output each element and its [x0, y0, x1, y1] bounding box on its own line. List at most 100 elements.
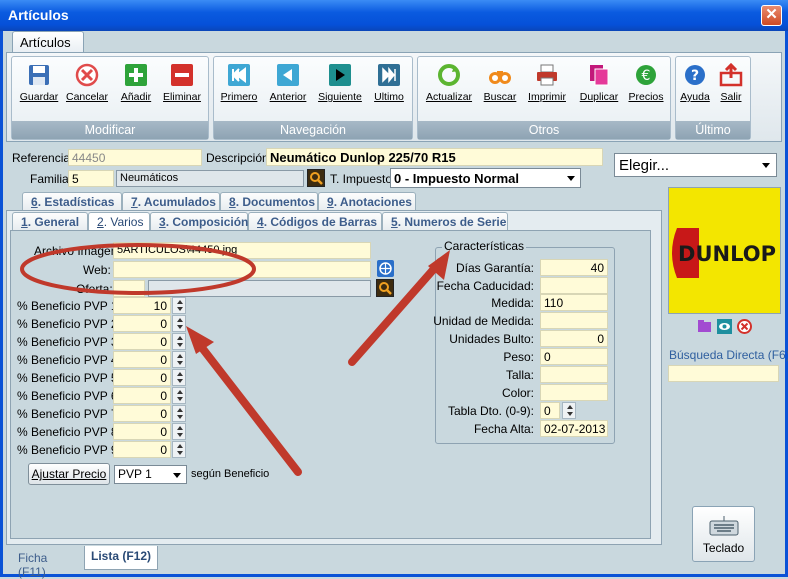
pvp-6-stepper[interactable] — [172, 387, 186, 404]
peso-field[interactable]: 0 — [540, 348, 608, 365]
busqueda-directa-field[interactable] — [668, 365, 779, 382]
eye-icon[interactable] — [717, 319, 732, 334]
close-button[interactable]: ✕ — [761, 5, 782, 26]
unidad-medida-field[interactable] — [540, 312, 608, 329]
anterior-button[interactable]: Anterior — [266, 61, 310, 117]
duplicar-button[interactable]: Duplicar — [576, 61, 622, 117]
group-otros: Actualizar Buscar Imprimir Duplicar € Pr… — [417, 56, 671, 140]
chevron-down-icon — [759, 158, 773, 172]
salir-button[interactable]: Salir — [714, 61, 748, 117]
familia-search-button[interactable] — [307, 169, 325, 187]
oferta-code-field[interactable] — [113, 280, 145, 297]
last-icon — [377, 63, 401, 87]
duplicate-icon — [587, 63, 611, 87]
oferta-search-button[interactable] — [376, 279, 394, 297]
pvp-1-stepper[interactable] — [172, 297, 186, 314]
busqueda-directa-label: Búsqueda Directa (F6) — [669, 348, 788, 362]
medida-field[interactable]: 110 — [540, 294, 608, 311]
primero-button[interactable]: Primero — [218, 61, 260, 117]
tabla-dto-stepper[interactable] — [562, 402, 576, 419]
pvp-3-stepper[interactable] — [172, 333, 186, 350]
siguiente-button[interactable]: Siguiente — [316, 61, 364, 117]
pvp-9-stepper[interactable] — [172, 441, 186, 458]
familia-code-field[interactable]: 5 — [68, 170, 114, 187]
medida-label: Medida: — [491, 296, 534, 310]
pvp-4-stepper[interactable] — [172, 351, 186, 368]
pvp-7-field[interactable]: 0 — [113, 405, 171, 422]
pvp-8-label: % Beneficio PVP 8: — [17, 425, 121, 439]
pvp-3-field[interactable]: 0 — [113, 333, 171, 350]
tab-estadisticas[interactable]: 6. Estadísticas — [22, 192, 122, 211]
search-icon — [308, 172, 324, 189]
folder-icon[interactable] — [697, 319, 712, 334]
ultimo-button[interactable]: Ultimo — [370, 61, 408, 117]
oferta-name-field — [148, 280, 371, 297]
tab-numeros-serie[interactable]: 5. Numeros de Serie — [382, 212, 508, 231]
tab-codigos-barras[interactable]: 4. Códigos de Barras — [248, 212, 382, 231]
group-navegacion: Primero Anterior Siguiente Ultimo Navega… — [213, 56, 413, 140]
pvp-7-stepper[interactable] — [172, 405, 186, 422]
tab-acumulados[interactable]: 7. Acumulados — [122, 192, 220, 211]
ajustar-pvp-select[interactable]: PVP 1 — [114, 465, 187, 484]
pvp-8-stepper[interactable] — [172, 423, 186, 440]
tab-lista[interactable]: Lista (F12) — [84, 546, 158, 570]
anadir-button[interactable]: Añadir — [116, 61, 156, 117]
ajustar-precio-button[interactable]: Ajustar Precio — [28, 463, 110, 485]
referencia-field[interactable]: 44450 — [68, 149, 202, 166]
tabla-dto-field[interactable]: 0 — [540, 402, 560, 419]
tab-documentos[interactable]: 8. Documentos — [220, 192, 318, 211]
talla-field[interactable] — [540, 366, 608, 383]
dunlop-logo-icon: DUNLOP — [672, 228, 776, 278]
archivo-field[interactable]: 5ARTICULOS\44450.jpg — [113, 242, 371, 259]
delete-image-icon[interactable] — [737, 319, 752, 334]
pvp-5-field[interactable]: 0 — [113, 369, 171, 386]
pvp-4-field[interactable]: 0 — [113, 351, 171, 368]
garantia-field[interactable]: 40 — [540, 259, 608, 276]
printer-icon — [535, 63, 559, 87]
search-icon — [377, 282, 393, 299]
group-label-ultimo: Último — [676, 121, 750, 139]
cancelar-button[interactable]: Cancelar — [64, 61, 110, 117]
tab-ficha[interactable]: Ficha (F11) — [12, 548, 84, 579]
pvp-6-field[interactable]: 0 — [113, 387, 171, 404]
impuesto-select[interactable]: 0 - Impuesto Normal — [390, 168, 581, 188]
fecha-alta-field[interactable]: 02-07-2013 — [540, 420, 608, 437]
pvp-2-field[interactable]: 0 — [113, 315, 171, 332]
descripcion-field[interactable]: Neumático Dunlop 225/70 R15 — [266, 148, 603, 166]
web-field[interactable] — [113, 261, 371, 278]
euro-icon: € — [634, 63, 658, 87]
unidades-bulto-field[interactable]: 0 — [540, 330, 608, 347]
caducidad-field[interactable] — [540, 277, 608, 294]
pvp-3-label: % Beneficio PVP 3: — [17, 335, 121, 349]
ayuda-button[interactable]: ? Ayuda — [678, 61, 712, 117]
color-field[interactable] — [540, 384, 608, 401]
help-icon: ? — [683, 63, 707, 87]
guardar-button[interactable]: Guardar — [18, 61, 60, 117]
cancel-icon — [75, 63, 99, 87]
color-label: Color: — [501, 386, 534, 400]
imprimir-button[interactable]: Imprimir — [524, 61, 570, 117]
teclado-button[interactable]: Teclado — [692, 506, 755, 562]
ribbon-tab-articulos[interactable]: Artículos — [12, 31, 84, 53]
eliminar-button[interactable]: Eliminar — [160, 61, 204, 117]
tab-varios[interactable]: 2. Varios — [88, 212, 150, 231]
tab-general[interactable]: 1. General — [12, 212, 88, 231]
elegir-select[interactable]: Elegir... — [614, 153, 777, 177]
tab-anotaciones[interactable]: 9. Anotaciones — [318, 192, 416, 211]
actualizar-button[interactable]: Actualizar — [422, 61, 476, 117]
segun-beneficio-label: según Beneficio — [191, 468, 270, 480]
tab-composicion[interactable]: 3. Composición — [150, 212, 248, 231]
precios-button[interactable]: € Precios — [626, 61, 666, 117]
pvp-9-field[interactable]: 0 — [113, 441, 171, 458]
pvp-2-stepper[interactable] — [172, 315, 186, 332]
pvp-5-stepper[interactable] — [172, 369, 186, 386]
first-icon — [227, 63, 251, 87]
pvp-1-field[interactable]: 10 — [113, 297, 171, 314]
buscar-button[interactable]: Buscar — [480, 61, 520, 117]
add-icon — [124, 63, 148, 87]
delete-icon — [170, 63, 194, 87]
unidad-medida-label: Unidad de Medida: — [433, 314, 534, 328]
pvp-8-field[interactable]: 0 — [113, 423, 171, 440]
open-web-button[interactable] — [377, 260, 394, 277]
next-icon — [328, 63, 352, 87]
